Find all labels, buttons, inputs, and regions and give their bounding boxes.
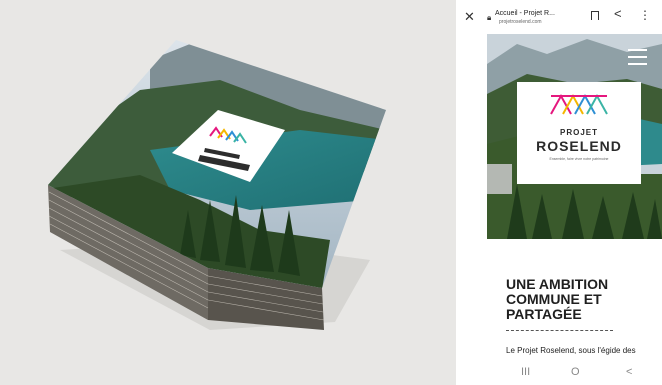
bookmark-icon[interactable]: [591, 11, 599, 20]
hamburger-menu-icon[interactable]: [628, 49, 647, 65]
heading-line-1: UNE AMBITION: [506, 276, 609, 292]
brochure-stack-image: [0, 0, 456, 385]
heading-line-2: COMMUNE ET: [506, 291, 602, 307]
more-vertical-icon[interactable]: ⋮: [639, 8, 651, 22]
browser-toolbar: ✕ 🔒︎ Accueil - Projet R... projetroselen…: [456, 0, 662, 34]
logo-line-2: ROSELEND: [536, 138, 622, 154]
page-url[interactable]: projetroselend.com: [499, 19, 542, 25]
recents-button[interactable]: III: [521, 366, 530, 378]
section-heading: UNE AMBITION COMMUNE ET PARTAGÉE: [506, 277, 656, 322]
phone-screen: ✕ 🔒︎ Accueil - Projet R... projetroselen…: [456, 0, 662, 385]
home-button[interactable]: O: [571, 366, 580, 378]
lock-icon: 🔒︎: [487, 13, 492, 22]
dotted-divider: [506, 330, 613, 331]
site-logo[interactable]: PROJET ROSELEND Ensemble, faire vivre no…: [517, 82, 641, 184]
close-icon[interactable]: ✕: [464, 9, 475, 25]
logo-line-1: PROJET: [559, 128, 598, 137]
android-nav-bar: III O <: [487, 364, 662, 385]
page-title: Accueil - Projet R...: [495, 10, 555, 17]
back-button[interactable]: <: [626, 366, 632, 378]
mountains-logo-icon: [550, 93, 608, 115]
brochure-photo: [0, 0, 456, 385]
heading-line-3: PARTAGÉE: [506, 306, 582, 322]
body-text: Le Projet Roselend, sous l'égide des: [506, 346, 636, 355]
share-icon[interactable]: <: [614, 6, 622, 21]
logo-tagline: Ensemble, faire vivre notre patrimoine: [549, 157, 609, 161]
